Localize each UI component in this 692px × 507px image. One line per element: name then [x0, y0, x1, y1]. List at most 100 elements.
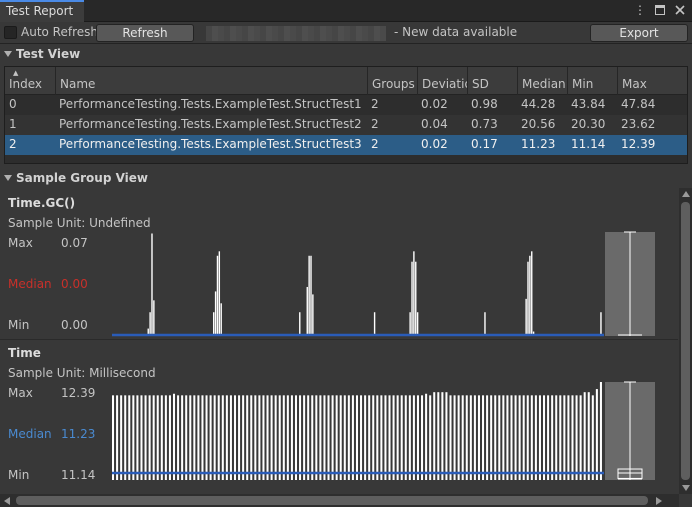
horizontal-scrollbar[interactable]: [0, 494, 692, 507]
column-header-deviation[interactable]: Deviatio: [417, 67, 467, 95]
max-value: 0.07: [61, 236, 88, 250]
scroll-right-icon[interactable]: [656, 497, 662, 505]
data-bar: [262, 395, 265, 480]
data-bar: [514, 395, 517, 480]
data-bar: [213, 395, 216, 480]
data-bar: [311, 395, 314, 480]
column-header-max[interactable]: Max: [617, 67, 687, 95]
table-row[interactable]: 1 PerformanceTesting.Tests.ExampleTest.St…: [5, 115, 687, 135]
data-bar: [315, 395, 318, 480]
vertical-scrollbar[interactable]: [679, 188, 692, 494]
column-header-index[interactable]: ▲ Index: [5, 67, 55, 95]
vertical-scroll-thumb[interactable]: [681, 202, 690, 480]
data-bar: [149, 312, 151, 336]
foldout-arrow-icon: [4, 51, 12, 57]
data-bar: [233, 395, 237, 480]
data-bar: [538, 395, 541, 480]
close-icon[interactable]: [674, 3, 686, 17]
data-bar: [579, 395, 582, 480]
data-bar: [310, 255, 312, 336]
data-bar: [294, 395, 298, 480]
data-bar: [484, 312, 486, 336]
data-bar: [197, 395, 200, 480]
cell-min: 20.30: [571, 117, 606, 131]
cell-median: 11.23: [521, 137, 556, 151]
scroll-down-icon[interactable]: [682, 485, 690, 491]
cell-max: 23.62: [621, 117, 656, 131]
data-bar: [246, 395, 249, 480]
data-bar: [429, 395, 432, 480]
group-unit: Sample Unit: Millisecond: [8, 366, 156, 380]
data-bar: [490, 395, 493, 480]
data-bar: [136, 395, 139, 480]
column-header-groups[interactable]: Groups: [367, 67, 417, 95]
sample-group-view-foldout[interactable]: Sample Group View: [4, 171, 148, 185]
data-bar: [250, 395, 253, 480]
min-value: 11.14: [61, 468, 96, 482]
data-bar: [201, 395, 204, 480]
data-bar: [218, 251, 221, 336]
tab-test-report[interactable]: Test Report: [0, 0, 84, 22]
group-unit: Sample Unit: Undefined: [8, 216, 151, 230]
column-header-min[interactable]: Min: [567, 67, 617, 95]
data-bar: [415, 261, 417, 336]
menu-icon[interactable]: ⋮: [634, 3, 646, 17]
data-bar: [213, 312, 215, 336]
data-bar: [469, 395, 472, 480]
data-bar: [526, 395, 529, 480]
column-header-sd[interactable]: SD: [467, 67, 517, 95]
cell-max: 12.39: [621, 137, 656, 151]
data-bar: [238, 395, 241, 480]
cell-median: 44.28: [521, 97, 556, 111]
time-chart: [112, 381, 655, 480]
data-bar: [486, 395, 489, 480]
data-bar: [396, 395, 399, 480]
test-view-title: Test View: [16, 47, 81, 61]
scroll-left-icon[interactable]: [4, 497, 10, 505]
data-bar: [591, 395, 594, 480]
data-bar: [189, 395, 192, 480]
auto-refresh-toggle[interactable]: Auto Refresh: [4, 25, 98, 39]
horizontal-scroll-thumb[interactable]: [16, 496, 648, 505]
data-bar: [482, 395, 485, 480]
sample-group-time-gc: Time.GC() Sample Unit: Undefined Max 0.0…: [0, 188, 678, 338]
data-bar: [595, 389, 598, 480]
median-value: 0.00: [61, 277, 88, 291]
data-bar: [220, 303, 222, 336]
column-header-median[interactable]: Median: [517, 67, 567, 95]
data-bar: [132, 395, 135, 480]
data-bar: [421, 395, 424, 480]
maximize-icon[interactable]: [654, 3, 666, 17]
data-bar: [347, 395, 350, 480]
foldout-arrow-icon: [4, 175, 12, 181]
test-view-foldout[interactable]: Test View: [4, 47, 80, 61]
cell-groups: 2: [371, 117, 379, 131]
export-button[interactable]: Export: [590, 24, 688, 42]
data-bar: [290, 395, 293, 480]
window-controls: ⋮: [634, 3, 686, 17]
table-row[interactable]: 2 PerformanceTesting.Tests.ExampleTest.St…: [5, 135, 687, 155]
cell-name: PerformanceTesting.Tests.ExampleTest.Str…: [59, 117, 362, 131]
data-bar: [587, 392, 590, 480]
max-label: Max: [8, 236, 33, 250]
table-row[interactable]: 0 PerformanceTesting.Tests.ExampleTest.St…: [5, 95, 687, 115]
column-header-name[interactable]: Name: [55, 67, 367, 95]
data-bar: [437, 392, 440, 480]
refresh-button[interactable]: Refresh: [96, 24, 194, 42]
cell-deviation: 0.04: [421, 117, 448, 131]
data-bar: [148, 395, 151, 480]
data-bar: [522, 395, 525, 480]
cell-median: 20.56: [521, 117, 556, 131]
table-header: ▲ Index Name Groups Deviatio SD Median M…: [5, 67, 687, 95]
scroll-up-icon[interactable]: [682, 191, 690, 197]
data-bar: [286, 395, 289, 480]
data-bar: [425, 393, 428, 480]
data-bar: [530, 395, 533, 480]
cell-min: 11.14: [571, 137, 606, 151]
auto-refresh-checkbox[interactable]: [4, 25, 17, 39]
data-bar: [506, 395, 509, 480]
data-bar: [120, 395, 123, 480]
data-bar: [124, 395, 127, 480]
data-bar: [547, 395, 550, 480]
data-bar: [221, 395, 224, 480]
